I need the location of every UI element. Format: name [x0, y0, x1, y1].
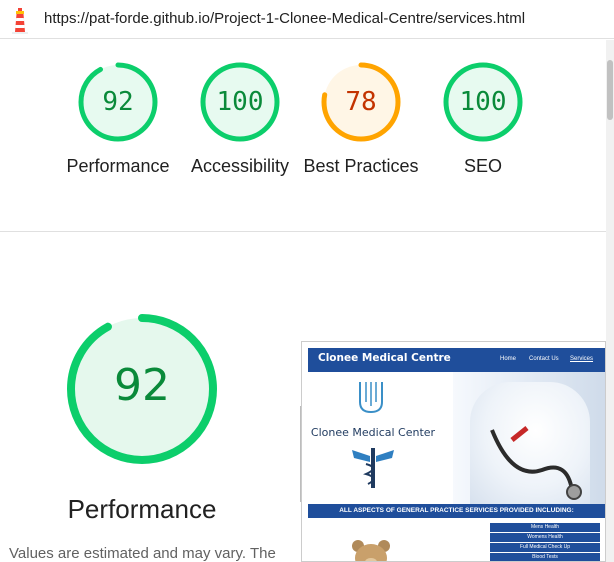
preview-service-item: Mens Health: [490, 523, 600, 532]
preview-navbar: Clonee Medical Centre Home Contact Us Se…: [308, 348, 605, 372]
preview-nav-contact: Contact Us: [529, 356, 559, 362]
preview-clinic-name: Clonee Medical Center: [310, 426, 436, 439]
gauge-score: 100: [459, 87, 507, 117]
teddy-bear-icon: [352, 540, 390, 561]
gauge-label: Best Practices: [303, 156, 419, 176]
clinic-logo-icon: [359, 382, 383, 414]
lighthouse-icon: [12, 8, 28, 34]
preview-banner: ALL ASPECTS OF GENERAL PRACTICE SERVICES…: [308, 504, 605, 518]
caduceus-icon: [352, 448, 394, 488]
gauge-best-practices[interactable]: 78 Best Practices: [301, 62, 421, 179]
gauge-label: SEO: [463, 156, 502, 176]
preview-nav-home: Home: [500, 356, 517, 362]
gauge-label: Performance: [66, 156, 170, 176]
address-bar: https://pat-forde.github.io/Project-1-Cl…: [0, 0, 614, 39]
category-gauges: 92 Performance 100 Accessibility 78 Best…: [0, 40, 606, 232]
page-screenshot-preview[interactable]: Clonee Medical Centre Home Contact Us Se…: [301, 341, 606, 562]
gauge-accessibility[interactable]: 100 Accessibility: [180, 62, 300, 179]
scrollbar[interactable]: [606, 40, 614, 562]
page-url[interactable]: https://pat-forde.github.io/Project-1-Cl…: [44, 10, 525, 27]
performance-score: 92: [114, 360, 170, 411]
gauge-performance[interactable]: 92 Performance: [58, 62, 178, 179]
scrollbar-thumb[interactable]: [607, 60, 613, 120]
preview-service-item: Full Medical Check Up: [490, 543, 600, 552]
gauge-score: 92: [102, 87, 134, 117]
gauge-score: 78: [345, 87, 377, 117]
preview-service-item: Womens Health: [490, 533, 600, 542]
gauge-seo[interactable]: 100 SEO: [423, 62, 543, 179]
preview-brand: Clonee Medical Centre: [318, 352, 451, 364]
preview-services-list: Mens Health Womens Health Full Medical C…: [490, 523, 600, 561]
preview-nav-services: Services: [570, 356, 594, 362]
performance-title: Performance: [67, 494, 217, 524]
section-divider: [0, 231, 606, 232]
stethoscope-icon: [490, 426, 582, 500]
gauge-score: 100: [216, 87, 264, 117]
preview-hero: Clonee Medical Center: [308, 372, 605, 504]
preview-banner-text: ALL ASPECTS OF GENERAL PRACTICE SERVICES…: [339, 507, 574, 514]
estimate-note: Values are estimated and may vary. The: [9, 545, 276, 562]
preview-service-item: Blood Tests: [490, 553, 600, 561]
gauge-label: Accessibility: [190, 156, 290, 176]
